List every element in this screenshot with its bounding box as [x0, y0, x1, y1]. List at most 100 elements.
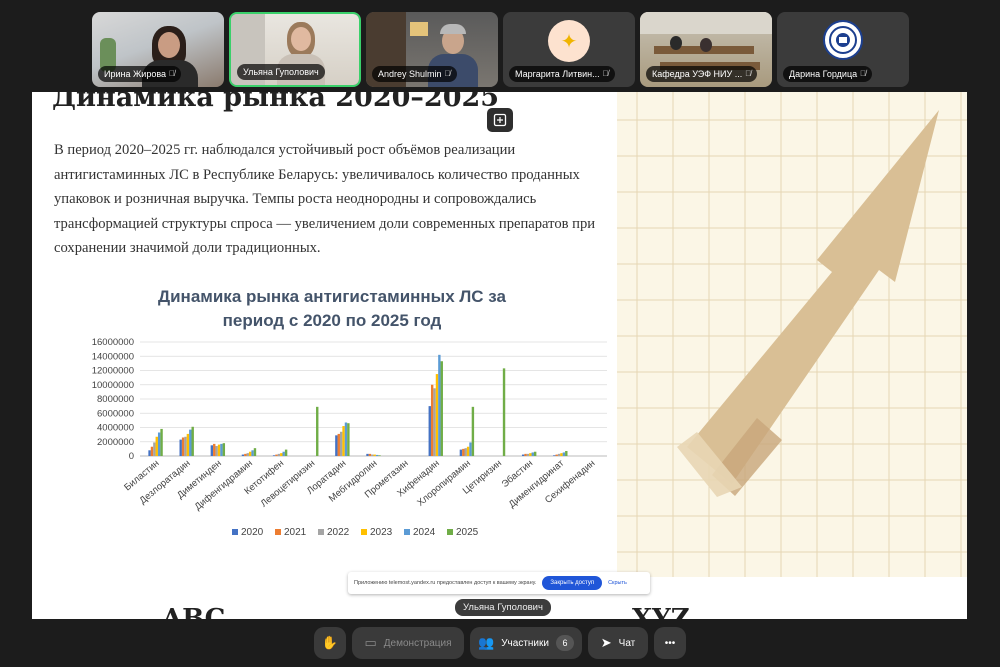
- participant-name: Ульяна Гуполович: [237, 64, 325, 80]
- bar: [565, 451, 568, 456]
- participant-tile[interactable]: Andrey Shulmin 🎙̸: [366, 12, 498, 87]
- participant-name: Маргарита Литвин... 🎙̸: [509, 66, 615, 82]
- bar: [521, 454, 525, 456]
- bar: [462, 448, 465, 456]
- bar: [368, 453, 372, 456]
- bar: [344, 422, 348, 456]
- bar: [347, 423, 350, 456]
- bar: [438, 354, 441, 456]
- restore-window-button[interactable]: [487, 108, 513, 132]
- x-tick-label: Левоцетиризин: [259, 458, 318, 510]
- mic-off-icon: 🎙̸: [860, 69, 867, 78]
- more-icon: •••: [664, 637, 676, 649]
- participant-tile[interactable]: Кафедра УЭФ НИУ ... 🎙̸: [640, 12, 772, 87]
- university-logo-icon: [823, 20, 863, 60]
- bar: [210, 445, 214, 456]
- bar: [284, 449, 288, 456]
- bar: [531, 452, 534, 456]
- y-tick-label: 16000000: [92, 337, 134, 348]
- stop-sharing-button[interactable]: Закрыть доступ: [542, 576, 603, 590]
- bar: [189, 429, 192, 456]
- y-tick-label: 14000000: [92, 351, 134, 362]
- participant-name: Дарина Гордица 🎙̸: [783, 66, 873, 82]
- bar: [248, 451, 252, 456]
- participants-button[interactable]: 👥 Участники 6: [470, 627, 582, 659]
- demo-button[interactable]: ▭ Демонстрация: [352, 627, 464, 659]
- participant-name: Andrey Shulmin 🎙̸: [372, 66, 457, 82]
- y-tick-label: 2000000: [97, 437, 134, 448]
- y-tick-label: 0: [129, 451, 134, 462]
- bar: [222, 443, 226, 456]
- slide-title: Динамика рынка 2020–2025: [52, 92, 500, 113]
- bar: [502, 368, 506, 456]
- bar: [280, 453, 283, 456]
- bar: [157, 432, 161, 456]
- share-notice-text: Приложению telemost.yandex.ru предоставл…: [354, 580, 537, 586]
- bar: [464, 448, 467, 456]
- bar: [373, 454, 376, 456]
- legend-swatch: [404, 529, 410, 535]
- participant-strip: Ирина Жирова 🎙̸ Ульяна Гуполович Andrey …: [0, 0, 1000, 92]
- bar: [213, 443, 216, 456]
- bar: [155, 436, 158, 456]
- bar: [184, 436, 187, 456]
- legend-label: 2023: [370, 527, 393, 538]
- active-speaker-label: Ульяна Гуполович: [455, 599, 551, 616]
- bar: [533, 451, 537, 456]
- y-tick-label: 6000000: [97, 408, 134, 419]
- mic-off-icon: 🎙̸: [444, 69, 451, 78]
- bar: [371, 454, 374, 456]
- bar: [251, 450, 254, 456]
- bar: [191, 426, 194, 456]
- bar: [282, 451, 285, 456]
- participant-tile[interactable]: Дарина Гордица 🎙̸: [777, 12, 909, 87]
- legend-swatch: [361, 529, 367, 535]
- legend-swatch: [232, 529, 238, 535]
- bar: [220, 443, 223, 456]
- raise-hand-button[interactable]: ✋: [314, 627, 346, 659]
- bar: [179, 439, 182, 456]
- legend-swatch: [275, 529, 281, 535]
- bar: [244, 453, 247, 456]
- bar: [435, 374, 439, 456]
- bar: [215, 446, 218, 456]
- arrow-graphic: [617, 92, 967, 577]
- bar: [526, 453, 530, 456]
- bar: [433, 388, 436, 456]
- legend-swatch: [447, 529, 453, 535]
- participant-name: Кафедра УЭФ НИУ ... 🎙̸: [646, 66, 758, 82]
- bar: [562, 452, 566, 456]
- more-button[interactable]: •••: [654, 627, 686, 659]
- demo-label: Демонстрация: [383, 637, 452, 649]
- legend-label: 2022: [327, 527, 350, 538]
- hide-notice-link[interactable]: Скрыть: [608, 580, 627, 586]
- bar: [378, 455, 381, 456]
- legend-label: 2025: [456, 527, 479, 538]
- bar: [217, 444, 221, 456]
- participant-tile-active[interactable]: Ульяна Гуполович: [229, 12, 361, 87]
- y-tick-label: 4000000: [97, 423, 134, 434]
- chat-button[interactable]: ➤ Чат: [588, 627, 648, 659]
- legend-label: 2024: [413, 527, 436, 538]
- bar: [557, 453, 561, 456]
- bar: [160, 428, 163, 456]
- bar: [428, 406, 431, 456]
- legend-label: 2020: [241, 527, 264, 538]
- telemost-window: Ирина Жирова 🎙̸ Ульяна Гуполович Andrey …: [0, 0, 1000, 667]
- bar: [555, 454, 558, 456]
- y-tick-label: 12000000: [92, 366, 134, 377]
- bar: [529, 453, 532, 456]
- bar: [148, 450, 151, 456]
- mic-off-icon: 🎙̸: [169, 69, 176, 78]
- y-tick-label: 10000000: [92, 380, 134, 391]
- bar-chart: Динамика рынка антигистаминных ЛС за пери…: [52, 280, 612, 550]
- x-tick-label: Хлоропирамин: [415, 458, 473, 509]
- participants-count-badge: 6: [555, 635, 574, 651]
- y-tick-label: 8000000: [97, 394, 134, 405]
- participant-tile[interactable]: Ирина Жирова 🎙̸: [92, 12, 224, 87]
- bar: [339, 431, 343, 456]
- participant-name: Ирина Жирова 🎙̸: [98, 66, 182, 82]
- call-control-bar: ✋ ▭ Демонстрация 👥 Участники 6 ➤ Чат •••: [0, 619, 1000, 667]
- participant-tile[interactable]: ✦ Маргарита Литвин... 🎙̸: [503, 12, 635, 87]
- slide-paragraph: В период 2020–2025 гг. наблюдался устойч…: [54, 142, 596, 256]
